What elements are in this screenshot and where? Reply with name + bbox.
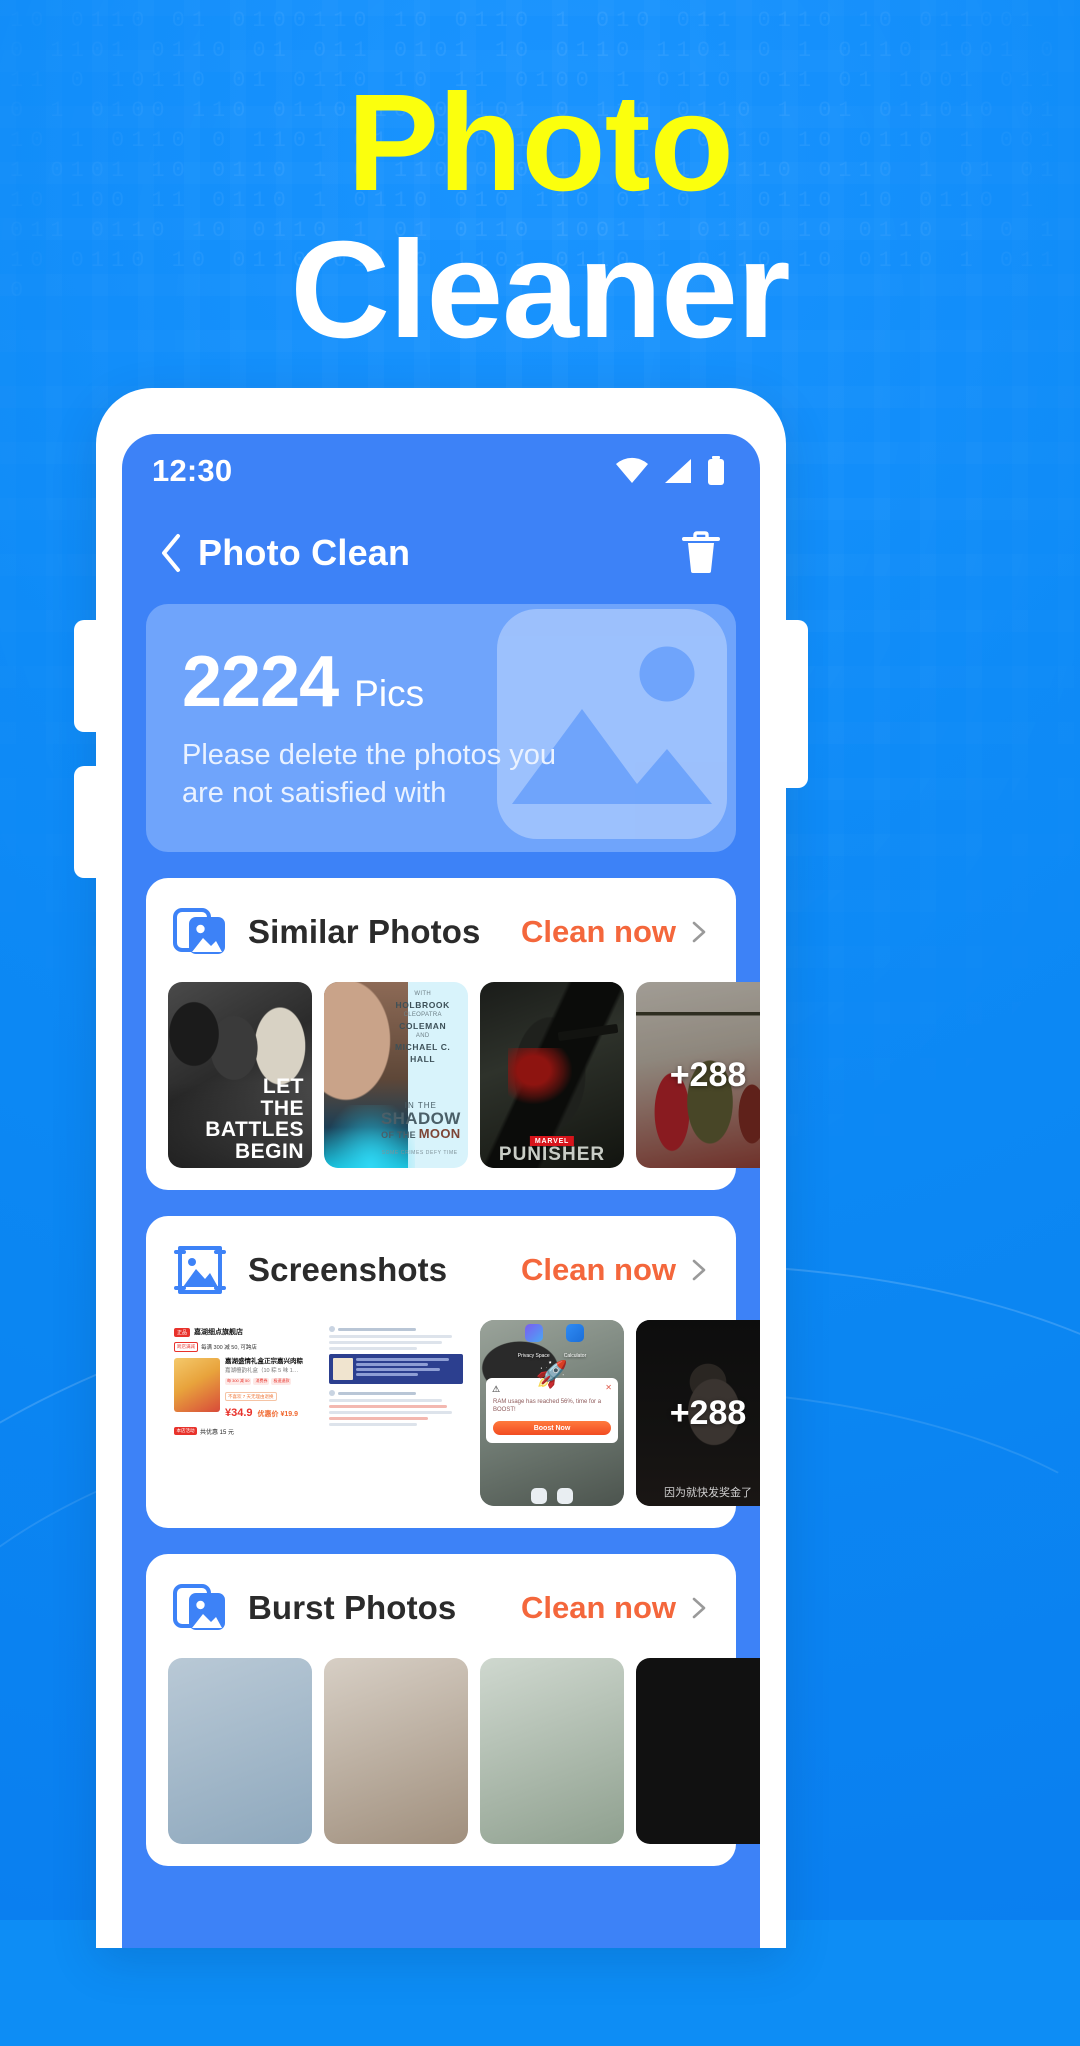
footer-text: 共优惠 15 元	[200, 1429, 235, 1436]
more-count-badge: +288	[669, 1393, 747, 1432]
photo-summary-description: Please delete the photos you are not sat…	[182, 739, 557, 810]
clean-now-label: Clean now	[520, 914, 676, 949]
status-bar: 12:30	[122, 434, 760, 508]
delete-all-button[interactable]	[674, 526, 728, 580]
phone-mockup: 12:30 Photo Clean 2224 Pics Please delet…	[74, 388, 808, 1948]
clean-now-label: Clean now	[520, 1590, 676, 1625]
volume-up-button[interactable]	[74, 620, 100, 732]
poster-blood-splatter	[508, 1048, 572, 1104]
more-count-badge: +288	[669, 1055, 747, 1094]
section-burst-photos[interactable]: Burst Photos Clean now	[146, 1554, 760, 1866]
boost-dialog: 🚀 ⚠ ✕ RAM usage has reached 56%, time fo…	[486, 1361, 618, 1444]
product-subtitle: 嘉湖檀韵礼盒（10 粽 5 味 1…	[225, 1368, 299, 1375]
product-name: 嘉湖盛情礼盒正宗嘉兴肉粽	[225, 1358, 303, 1365]
thumbnail-item[interactable]	[636, 1658, 760, 1844]
clean-now-label: Clean now	[520, 1252, 676, 1287]
thumbnail-item[interactable]: Privacy Space Calculator 🚀 ⚠ ✕ RAM usage…	[480, 1320, 624, 1506]
app-shortcuts: Privacy Space Calculator	[480, 1324, 624, 1362]
app-shortcut: Calculator	[564, 1324, 586, 1362]
chevron-right-icon	[692, 1259, 706, 1281]
dock-icons	[480, 1488, 624, 1504]
coupon-tag: 跨店满减	[174, 1342, 198, 1352]
clean-now-action[interactable]: Clean now	[521, 914, 710, 950]
section-header: Burst Photos Clean now	[146, 1580, 736, 1636]
thumbnail-item-more[interactable]: +288 因为就快发奖金了	[636, 1320, 760, 1506]
footer-tag: 本店活动	[174, 1427, 197, 1436]
thumbnail-item[interactable]	[324, 1320, 468, 1506]
warning-icon: ⚠	[492, 1384, 501, 1394]
return-policy-tag: 不喜欢 7 天无理由退换	[225, 1392, 277, 1402]
wifi-icon	[616, 457, 648, 483]
calculator-icon	[565, 1324, 584, 1342]
image-icon	[174, 1246, 226, 1294]
thumbnail-row: LET THE BATTLES BEGIN WITH HOLBROOK CLEO…	[146, 960, 760, 1168]
status-bar-time: 12:30	[152, 453, 233, 488]
section-header: Screenshots Clean now	[146, 1242, 736, 1298]
chevron-right-icon	[692, 1597, 706, 1619]
battery-icon	[708, 456, 724, 485]
shop-name: 嘉湖细点旗舰店	[194, 1329, 244, 1336]
photo-count-row: 2224 Pics	[182, 646, 736, 718]
section-title: Burst Photos	[248, 1589, 457, 1626]
section-header: Similar Photos Clean now	[146, 904, 736, 960]
product-image	[174, 1358, 220, 1412]
stacked-photos-icon	[173, 908, 225, 954]
privacy-space-icon	[524, 1324, 543, 1342]
section-screenshots[interactable]: Screenshots Clean now 正品 嘉湖细点旗舰店 跨店满减 每满…	[146, 1216, 760, 1528]
section-title: Similar Photos	[248, 913, 481, 950]
trash-icon	[682, 531, 720, 573]
thumbnail-item[interactable]: 正品 嘉湖细点旗舰店 跨店满减 每满 300 减 50, 可跨店 嘉湖盛情礼盒正…	[168, 1320, 312, 1506]
rocket-icon: 🚀	[535, 1359, 569, 1389]
photo-placeholder-icon	[497, 609, 727, 839]
thumbnail-item-more[interactable]: +288	[636, 982, 760, 1168]
headline-line-2: Cleaner	[290, 212, 790, 367]
thumbnail-row: 正品 嘉湖细点旗舰店 跨店满减 每满 300 减 50, 可跨店 嘉湖盛情礼盒正…	[146, 1298, 760, 1506]
back-button[interactable]	[150, 532, 192, 574]
shop-tag: 正品	[174, 1327, 191, 1337]
thumbnail-item[interactable]: LET THE BATTLES BEGIN	[168, 982, 312, 1168]
product-discount-price: 优惠价 ¥19.9	[257, 1410, 298, 1418]
clean-now-action[interactable]: Clean now	[521, 1252, 710, 1288]
poster-title: PUNISHER	[498, 1144, 606, 1165]
section-similar-photos[interactable]: Similar Photos Clean now LET THE BATTLES…	[146, 878, 760, 1190]
promo-tags: 每 300 减 50 消费券 极速退款	[225, 1377, 292, 1385]
thumbnail-item[interactable]	[168, 1658, 312, 1844]
poster-title: LET THE BATTLES BEGIN	[205, 1075, 304, 1163]
thumbnail-item[interactable]: MARVEL PUNISHER	[480, 982, 624, 1168]
poster-title: IN THE SHADOW OF THE MOON	[380, 1101, 461, 1141]
page-title: Photo Clean	[198, 532, 411, 573]
thumbnail-row	[146, 1636, 760, 1844]
poster-cast: WITH HOLBROOK CLEOPATRA COLEMAN AND MICH…	[394, 991, 451, 1064]
promo-headline: Photo Cleaner	[0, 66, 1080, 367]
photo-summary-card: 2224 Pics Please delete the photos you a…	[146, 604, 736, 852]
stacked-photos-icon	[173, 1584, 225, 1630]
thumbnail-item[interactable]	[324, 1658, 468, 1844]
status-bar-icons	[614, 456, 726, 486]
boost-now-button[interactable]: Boost Now	[493, 1421, 611, 1436]
poster-tagline: SOME CRIMES DEFY TIME	[381, 1150, 458, 1156]
phone-screen: 12:30 Photo Clean 2224 Pics Please delet…	[122, 434, 760, 1948]
volume-down-button[interactable]	[74, 766, 100, 878]
app-nav-bar: Photo Clean	[122, 508, 760, 598]
photo-count: 2224	[182, 642, 339, 722]
thumbnail-item[interactable]: WITH HOLBROOK CLEOPATRA COLEMAN AND MICH…	[324, 982, 468, 1168]
power-button[interactable]	[782, 620, 808, 788]
section-title: Screenshots	[248, 1251, 448, 1288]
product-price: ¥34.9	[225, 1406, 253, 1419]
headline-line-1: Photo	[347, 66, 734, 220]
chevron-left-icon	[162, 534, 180, 572]
screenshot-content	[324, 1320, 468, 1506]
clean-now-action[interactable]: Clean now	[521, 1590, 710, 1626]
thumbnail-item[interactable]	[480, 1658, 624, 1844]
signal-icon	[665, 459, 691, 483]
coupon-text: 每满 300 减 50, 可跨店	[201, 1345, 257, 1351]
close-icon[interactable]: ✕	[605, 1383, 612, 1392]
chevron-right-icon	[692, 921, 706, 943]
boost-message: RAM usage has reached 56%, time for a BO…	[493, 1399, 602, 1414]
photo-count-unit: Pics	[354, 673, 425, 714]
screenshot-content: 正品 嘉湖细点旗舰店 跨店满减 每满 300 减 50, 可跨店 嘉湖盛情礼盒正…	[168, 1320, 312, 1506]
app-shortcut: Privacy Space	[518, 1324, 550, 1362]
